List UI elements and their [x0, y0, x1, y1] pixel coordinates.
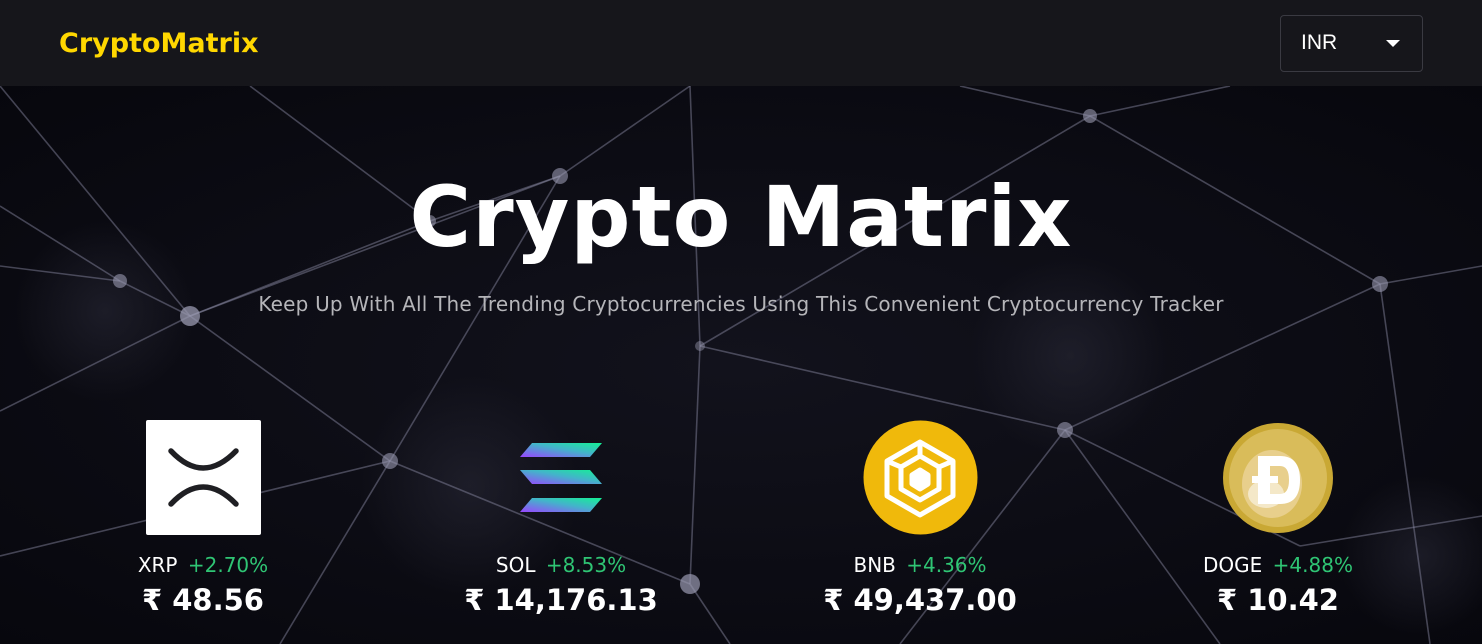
coin-change: +8.53% [545, 553, 627, 577]
coin-symbol: DOGE [1203, 553, 1263, 577]
coin-change: +2.70% [187, 553, 269, 577]
coin-price: ₹ 14,176.13 [464, 583, 658, 617]
coin-price: ₹ 48.56 [141, 583, 264, 617]
coin-card-doge[interactable]: DOGE +4.88% ₹ 10.42 [1128, 420, 1428, 617]
coin-change: +4.88% [1272, 553, 1353, 577]
currency-select-value: INR [1301, 31, 1338, 54]
coin-card-bnb[interactable]: BNB +4.36% ₹ 49,437.00 [770, 420, 1070, 617]
doge-logo-icon [1223, 422, 1333, 533]
coin-card-sol[interactable]: SOL +8.53% ₹ 14,176.13 [411, 420, 711, 617]
coin-symbol: BNB [853, 553, 896, 577]
caret-down-icon [1386, 39, 1400, 47]
bnb-logo-icon [863, 420, 977, 535]
coin-change: +4.36% [906, 553, 987, 577]
solana-logo-icon [520, 442, 602, 512]
navbar: CryptoMatrix INR [0, 0, 1482, 86]
hero-subtitle: Keep Up With All The Trending Cryptocurr… [258, 292, 1224, 316]
xrp-logo-icon [145, 420, 261, 535]
hero-banner: Crypto Matrix Keep Up With All The Trend… [0, 86, 1482, 644]
brand-logo[interactable]: CryptoMatrix [59, 28, 259, 59]
coin-card-xrp[interactable]: XRP +2.70% ₹ 48.56 [53, 420, 353, 617]
coin-price: ₹ 10.42 [1216, 583, 1339, 617]
coin-symbol: XRP [137, 553, 178, 577]
currency-select[interactable]: INR [1280, 14, 1423, 72]
coin-symbol: SOL [495, 553, 536, 577]
coin-price: ₹ 49,437.00 [823, 583, 1017, 617]
hero-title: Crypto Matrix [409, 168, 1073, 266]
